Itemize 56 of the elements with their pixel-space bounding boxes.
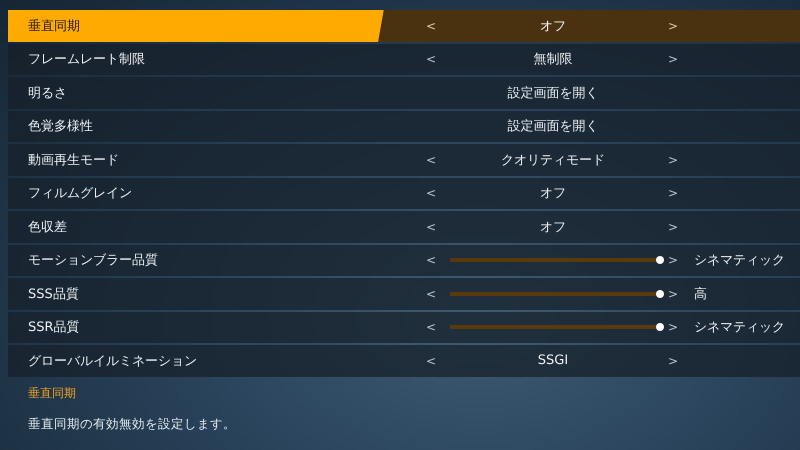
setting-value: オフ [539, 18, 567, 35]
left-arrow[interactable]: < [420, 18, 442, 33]
setting-value: 高 [693, 286, 708, 303]
setting-row[interactable]: SSR品質 < > シネマティック [8, 312, 800, 343]
slider-thumb[interactable] [656, 290, 664, 298]
setting-label: 色収差 [27, 218, 68, 236]
setting-row[interactable]: 色収差 < オフ > [8, 211, 800, 242]
right-arrow[interactable]: > [664, 220, 682, 234]
setting-row[interactable]: 垂直同期 < オフ > [8, 10, 800, 42]
setting-row[interactable]: 色覚多様性 設定画面を開く [8, 110, 800, 142]
right-arrow[interactable]: > [664, 152, 682, 167]
left-arrow[interactable]: < [420, 186, 442, 200]
setting-row[interactable]: フィルムグレイン < オフ > [8, 178, 800, 209]
setting-label: モーションブラー品質 [27, 252, 159, 270]
left-arrow[interactable]: < [420, 220, 442, 234]
setting-row[interactable]: フレームレート制限 < 無制限 > [8, 44, 800, 75]
slider-thumb[interactable] [656, 323, 664, 332]
setting-label: グローバルイルミネーション [27, 352, 198, 370]
setting-label: フィルムグレイン [27, 185, 133, 202]
setting-value[interactable]: 設定画面を開く [442, 84, 664, 102]
setting-value: オフ [539, 185, 567, 202]
left-arrow[interactable]: < [420, 52, 442, 66]
setting-value: シネマティック [693, 252, 786, 270]
setting-value: オフ [539, 218, 567, 236]
right-arrow[interactable]: > [664, 354, 682, 368]
setting-label: 垂直同期 [27, 18, 81, 35]
setting-row[interactable]: 動画再生モード < クオリティモード > [8, 144, 800, 176]
setting-value: クオリティモード [500, 152, 606, 169]
right-arrow[interactable]: > [664, 286, 682, 301]
setting-value[interactable]: 設定画面を開く [442, 117, 664, 136]
left-arrow[interactable]: < [420, 354, 442, 368]
left-arrow[interactable]: < [420, 320, 442, 334]
right-arrow[interactable]: > [664, 253, 682, 268]
right-arrow[interactable]: > [664, 18, 682, 33]
left-arrow[interactable]: < [420, 152, 442, 167]
setting-label: 動画再生モード [27, 152, 120, 169]
right-arrow[interactable]: > [664, 186, 682, 200]
left-arrow[interactable]: < [420, 286, 442, 301]
setting-value: 無制限 [532, 51, 574, 68]
left-arrow[interactable]: < [420, 253, 442, 268]
help-text: 垂直同期の有効無効を設定します。 [28, 416, 237, 432]
setting-row[interactable]: SSS品質 < > 高 [8, 278, 800, 310]
setting-label: フレームレート制限 [27, 51, 146, 68]
setting-label: SSS品質 [27, 286, 80, 303]
setting-label: SSR品質 [27, 319, 81, 336]
setting-row[interactable]: 明るさ 設定画面を開く [8, 77, 800, 108]
setting-value: シネマティック [693, 319, 786, 336]
setting-row[interactable]: モーションブラー品質 < > シネマティック [8, 244, 800, 276]
setting-row[interactable]: グローバルイルミネーション < SSGI > [8, 345, 800, 376]
right-arrow[interactable]: > [664, 52, 682, 66]
slider-thumb[interactable] [656, 256, 664, 264]
help-title: 垂直同期 [28, 384, 77, 402]
right-arrow[interactable]: > [664, 320, 682, 334]
setting-value: SSGI [536, 353, 570, 368]
setting-label: 明るさ [27, 84, 68, 102]
setting-label: 色覚多様性 [27, 118, 94, 136]
